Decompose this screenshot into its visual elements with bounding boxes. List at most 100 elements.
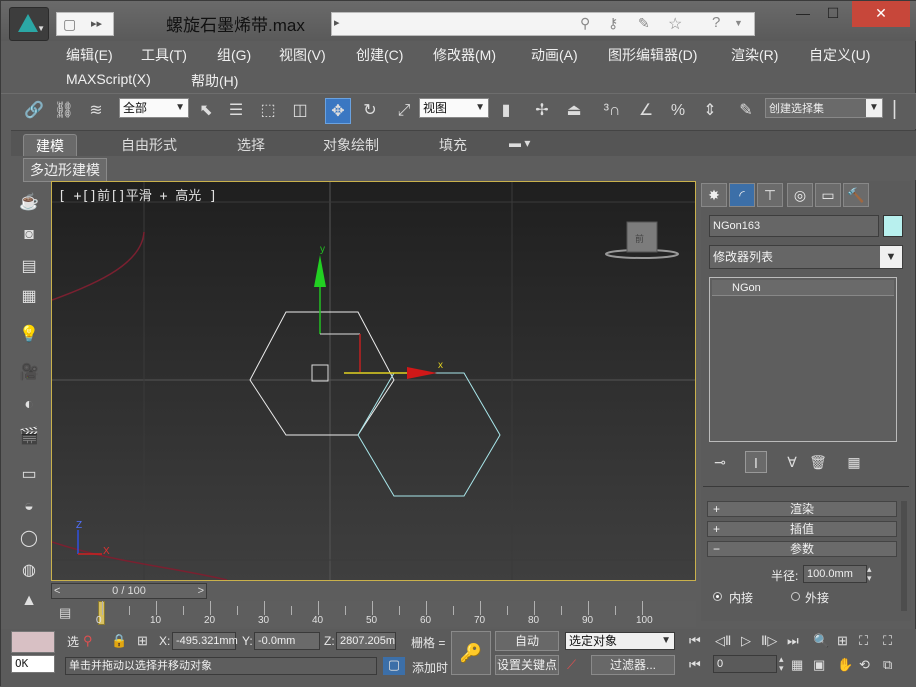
cone-icon[interactable]: ▲ — [17, 589, 41, 613]
circumscribed-radio[interactable] — [791, 592, 800, 601]
percent-snap-icon[interactable]: % — [665, 98, 691, 124]
time-configuration-icon[interactable]: ▦ — [791, 657, 803, 673]
link-icon[interactable]: 🔗 — [21, 98, 47, 124]
sphere-icon[interactable]: ◯ — [17, 527, 41, 551]
key-filter-dropdown[interactable]: 选定对象 ▼ — [565, 632, 675, 650]
gizmo-x-arrow[interactable] — [407, 367, 437, 379]
material-editor-icon[interactable]: ◙ — [17, 223, 41, 247]
make-unique-icon[interactable]: ∀ — [781, 451, 803, 473]
inscribed-radio[interactable] — [713, 592, 722, 601]
menu-customize[interactable]: 自定义(U) — [809, 45, 870, 65]
menu-modifiers[interactable]: 修改器(M) — [433, 45, 496, 65]
object-color-swatch[interactable] — [883, 215, 903, 237]
menu-help[interactable]: 帮助(H) — [191, 71, 238, 91]
info-center-bar[interactable]: ▸ ⚲ ⚷ ✎ ☆ ? ▼ — [331, 12, 755, 36]
mini-curve-editor-icon[interactable]: ▤ — [59, 605, 71, 621]
play-icon[interactable]: ▷ — [741, 633, 751, 649]
motion-tab-icon[interactable]: ◎ — [787, 183, 813, 207]
auto-key-button[interactable]: 自动 — [495, 631, 559, 651]
reference-coordinate-dropdown[interactable]: 视图 ▼ — [419, 98, 489, 118]
modifier-stack[interactable]: NGon — [709, 277, 897, 442]
prev-frame-button[interactable]: < — [54, 584, 60, 598]
binoculars-icon[interactable]: ⚲ — [580, 15, 590, 32]
tab-selection[interactable]: 选择 — [225, 134, 277, 156]
pivot-box[interactable] — [311, 364, 329, 382]
edit-named-selection-icon[interactable]: ✎ — [733, 98, 759, 124]
menu-tools[interactable]: 工具(T) — [141, 45, 187, 65]
utilities-tab-icon[interactable]: 🔨 — [843, 183, 869, 207]
object-name-field[interactable]: NGon163 — [709, 215, 879, 237]
show-end-result-icon[interactable]: Ⅰ — [745, 451, 767, 473]
spinner-snap-icon[interactable]: ⇕ — [697, 98, 723, 124]
go-to-start-icon[interactable]: ⏮ — [689, 633, 701, 649]
zoom-extents-all-icon[interactable]: ⛶ — [883, 633, 892, 649]
select-and-scale-icon[interactable]: ⤢ — [391, 98, 417, 124]
render-frame-icon[interactable]: ◐ — [17, 393, 41, 417]
selection-filter-dropdown[interactable]: 全部 ▼ — [119, 98, 189, 118]
display-tab-icon[interactable]: ▭ — [815, 183, 841, 207]
pivot-center-icon[interactable]: ▮ — [493, 98, 519, 124]
key-filters-button[interactable]: 过滤器... — [591, 655, 675, 675]
radius-spinner[interactable]: 100.0mm — [803, 565, 867, 583]
spiral-curve[interactable] — [52, 231, 145, 301]
previous-frame-icon[interactable]: ◁Ⅱ — [715, 633, 731, 649]
absolute-mode-icon[interactable]: ⊞ — [137, 633, 148, 649]
menu-rendering[interactable]: 渲染(R) — [731, 45, 778, 65]
expand-icon[interactable]: ▸▸ — [91, 17, 102, 30]
menu-views[interactable]: 视图(V) — [279, 45, 326, 65]
pin-stack-icon[interactable]: ⊸ — [709, 451, 731, 473]
named-selection-dropdown[interactable]: 创建选择集 ▼ — [765, 98, 883, 118]
layer-manager-icon[interactable]: ▦ — [17, 285, 41, 309]
y-coordinate-field[interactable]: -0.0mm — [254, 632, 320, 650]
go-to-end-icon[interactable]: ⏭ — [787, 633, 799, 649]
modify-tab-icon[interactable]: ◜ — [729, 183, 755, 207]
close-button[interactable]: ✕ — [852, 1, 910, 27]
key-mode-toggle-icon[interactable]: ⏮ — [689, 657, 701, 673]
minimize-button[interactable]: — — [786, 1, 820, 27]
menu-graph-editors[interactable]: 图形编辑器(D) — [608, 45, 697, 65]
timeline-track[interactable]: 0 10 20 30 40 50 60 70 80 90 100 — [96, 601, 696, 627]
rollout-interpolation[interactable]: + 插值 — [707, 521, 897, 537]
hemisphere-icon[interactable]: ◒ — [17, 495, 41, 519]
next-frame-icon[interactable]: Ⅱ▷ — [761, 633, 777, 649]
field-of-view-icon[interactable]: ▣ — [813, 657, 825, 673]
manipulate-icon[interactable]: ✢ — [529, 98, 555, 124]
orbit-icon[interactable]: ⟲ — [859, 657, 870, 673]
next-frame-button[interactable]: > — [198, 584, 204, 598]
maxscript-listener-pink[interactable] — [11, 631, 55, 653]
menu-group[interactable]: 组(G) — [217, 45, 251, 65]
help-icon[interactable]: ? — [712, 14, 720, 31]
scene-explorer-icon[interactable]: ▤ — [17, 255, 41, 279]
configure-modifier-sets-icon[interactable]: ▦ — [843, 451, 865, 473]
tab-polygon-modeling[interactable]: 多边形建模 — [23, 158, 107, 182]
create-tab-icon[interactable]: ✸ — [701, 183, 727, 207]
tab-modeling[interactable]: 建模 — [23, 134, 77, 158]
select-object-icon[interactable]: ⬉ — [193, 98, 219, 124]
remove-modifier-icon[interactable]: 🗑 — [807, 451, 829, 473]
spinner-arrows-icon[interactable]: ▴ ▾ — [779, 655, 784, 673]
key-mode-icon[interactable]: ⟋ — [567, 657, 576, 673]
menu-animation[interactable]: 动画(A) — [531, 45, 578, 65]
camera-icon[interactable]: 🎥 — [17, 361, 41, 385]
bind-space-warp-icon[interactable]: ≋ — [83, 98, 109, 124]
ngon-hexagon[interactable] — [357, 372, 501, 497]
menu-edit[interactable]: 编辑(E) — [66, 45, 113, 65]
x-coordinate-field[interactable]: -495.321mm — [172, 632, 238, 650]
select-by-name-icon[interactable]: ☰ — [223, 98, 249, 124]
rollout-rendering[interactable]: + 渲染 — [707, 501, 897, 517]
unlink-icon[interactable]: ⛓ — [51, 98, 77, 124]
current-frame-field[interactable]: 0 — [713, 655, 777, 673]
app-menu-button[interactable]: ▼ — [9, 7, 49, 41]
hierarchy-tab-icon[interactable]: ⊤ — [757, 183, 783, 207]
maximize-viewport-icon[interactable]: ⧉ — [883, 657, 892, 673]
viewport-canvas[interactable]: x y 前 Z X — [52, 182, 695, 580]
rollout-parameters[interactable]: − 参数 — [707, 541, 897, 557]
viewport-label[interactable]: [ +[]前[]平滑 + 高光 ] — [58, 185, 217, 204]
time-slider[interactable]: < 0 / 100 > — [51, 583, 207, 599]
snaps-toggle-icon[interactable]: ³∩ — [599, 98, 625, 124]
lock-selection-icon[interactable]: 🔒 — [111, 633, 127, 649]
stack-item-ngon[interactable]: NGon — [712, 280, 894, 296]
maximize-button[interactable]: ☐ — [816, 1, 850, 27]
zoom-icon[interactable]: 🔍 — [813, 633, 829, 649]
menu-maxscript[interactable]: MAXScript(X) — [66, 71, 151, 87]
